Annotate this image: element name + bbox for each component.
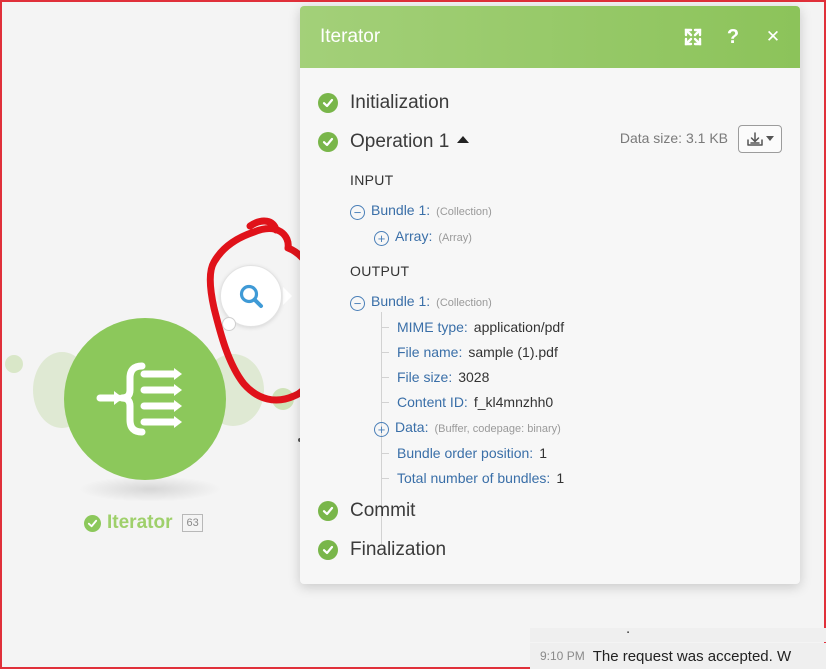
check-icon (318, 132, 338, 152)
chat-previous-line: . (530, 628, 826, 642)
output-field-row[interactable]: Content ID: f_kl4mnzhh0 (397, 394, 553, 410)
connector-dot-left (5, 355, 23, 373)
section-label: Finalization (350, 539, 447, 560)
section-label: Initialization (350, 92, 450, 113)
panel-title: Iterator (320, 26, 381, 47)
tree-key: Bundle 1: (371, 293, 431, 309)
tree-elbow (381, 453, 389, 454)
data-size-label: Data size: 3.1 KB (619, 130, 728, 146)
output-field-row[interactable]: File size: 3028 (397, 369, 489, 385)
tree-value: f_kl4mnzhh0 (473, 394, 554, 410)
tree-elbow (381, 352, 389, 353)
output-field-row[interactable]: Bundle order position: 1 (397, 445, 547, 461)
module-label: Iterator 63 (84, 512, 203, 534)
section-initialization[interactable]: Initialization (318, 92, 449, 114)
module-name[interactable]: Iterator (107, 512, 172, 534)
input-heading: INPUT (350, 172, 394, 188)
tree-value: application/pdf (473, 319, 565, 335)
tree-key: File name: (397, 344, 463, 360)
tree-type: (Buffer, codepage: binary) (434, 423, 561, 435)
tree-elbow (381, 327, 389, 328)
panel-header: Iterator ? ✕ (300, 6, 800, 68)
tree-key: MIME type: (397, 319, 468, 335)
output-field-row[interactable]: MIME type: application/pdf (397, 319, 564, 335)
tree-key: Bundle 1: (371, 202, 431, 218)
input-array-row[interactable]: + Array: (Array) (374, 228, 472, 246)
tree-type: (Collection) (436, 297, 492, 309)
tree-key: Bundle order position: (397, 445, 534, 461)
section-label: Operation 1 (350, 131, 470, 153)
close-icon[interactable]: ✕ (764, 27, 782, 47)
module-shadow (78, 476, 222, 502)
chat-text: The request was accepted. W (592, 647, 792, 665)
tree-key: Data: (395, 419, 429, 435)
execution-inspector-panel: Iterator ? ✕ Initialization Operation 1 … (300, 6, 800, 584)
output-field-row[interactable]: Total number of bundles: 1 (397, 470, 564, 486)
header-actions: ? ✕ (684, 26, 782, 48)
operation-count-badge[interactable]: 63 (182, 514, 203, 532)
chevron-down-icon (766, 136, 774, 141)
tree-elbow (381, 478, 389, 479)
tree-key: File size: (397, 369, 453, 385)
input-bundle-row[interactable]: − Bundle 1: (Collection) (350, 202, 492, 220)
tree-elbow (381, 377, 389, 378)
section-label: Commit (350, 500, 416, 521)
chat-timestamp: 9:10 PM (540, 649, 585, 663)
check-icon (318, 501, 338, 521)
tree-value: sample (1).pdf (468, 344, 558, 360)
output-field-row[interactable]: File name: sample (1).pdf (397, 344, 558, 360)
output-heading: OUTPUT (350, 263, 410, 279)
expand-icon[interactable] (684, 27, 702, 47)
tree-type: (Collection) (436, 206, 492, 218)
output-bundle-row[interactable]: − Bundle 1: (Collection) (350, 293, 492, 311)
expand-tree-icon[interactable]: + (374, 231, 389, 246)
tree-key: Array: (395, 228, 433, 244)
output-data-row[interactable]: + Data: (Buffer, codepage: binary) (374, 419, 561, 437)
chat-message: 9:10 PM The request was accepted. W (530, 643, 826, 669)
section-operation-1[interactable]: Operation 1 (318, 131, 470, 153)
tree-value: 1 (539, 445, 547, 461)
tree-type: (Array) (438, 232, 472, 244)
tree-value: 3028 (458, 369, 490, 385)
success-check-icon (84, 514, 101, 532)
check-icon (318, 93, 338, 113)
tree-key: Total number of bundles: (397, 470, 551, 486)
help-icon[interactable]: ? (724, 26, 742, 48)
panel-body: Initialization Operation 1 Data size: 3.… (300, 68, 800, 584)
section-finalization[interactable]: Finalization (318, 539, 446, 561)
download-icon (747, 132, 763, 146)
collapse-icon[interactable]: − (350, 296, 365, 311)
expand-tree-icon[interactable]: + (374, 422, 389, 437)
download-button[interactable] (738, 125, 782, 153)
collapse-icon[interactable]: − (350, 205, 365, 220)
tree-elbow (381, 402, 389, 403)
section-commit[interactable]: Commit (318, 500, 415, 522)
operation-label: Operation 1 (350, 131, 450, 152)
caret-up-icon[interactable] (457, 136, 470, 144)
tree-value: 1 (556, 470, 565, 486)
check-icon (318, 540, 338, 560)
iterator-icon (96, 362, 182, 436)
tree-key: Content ID: (397, 394, 468, 410)
